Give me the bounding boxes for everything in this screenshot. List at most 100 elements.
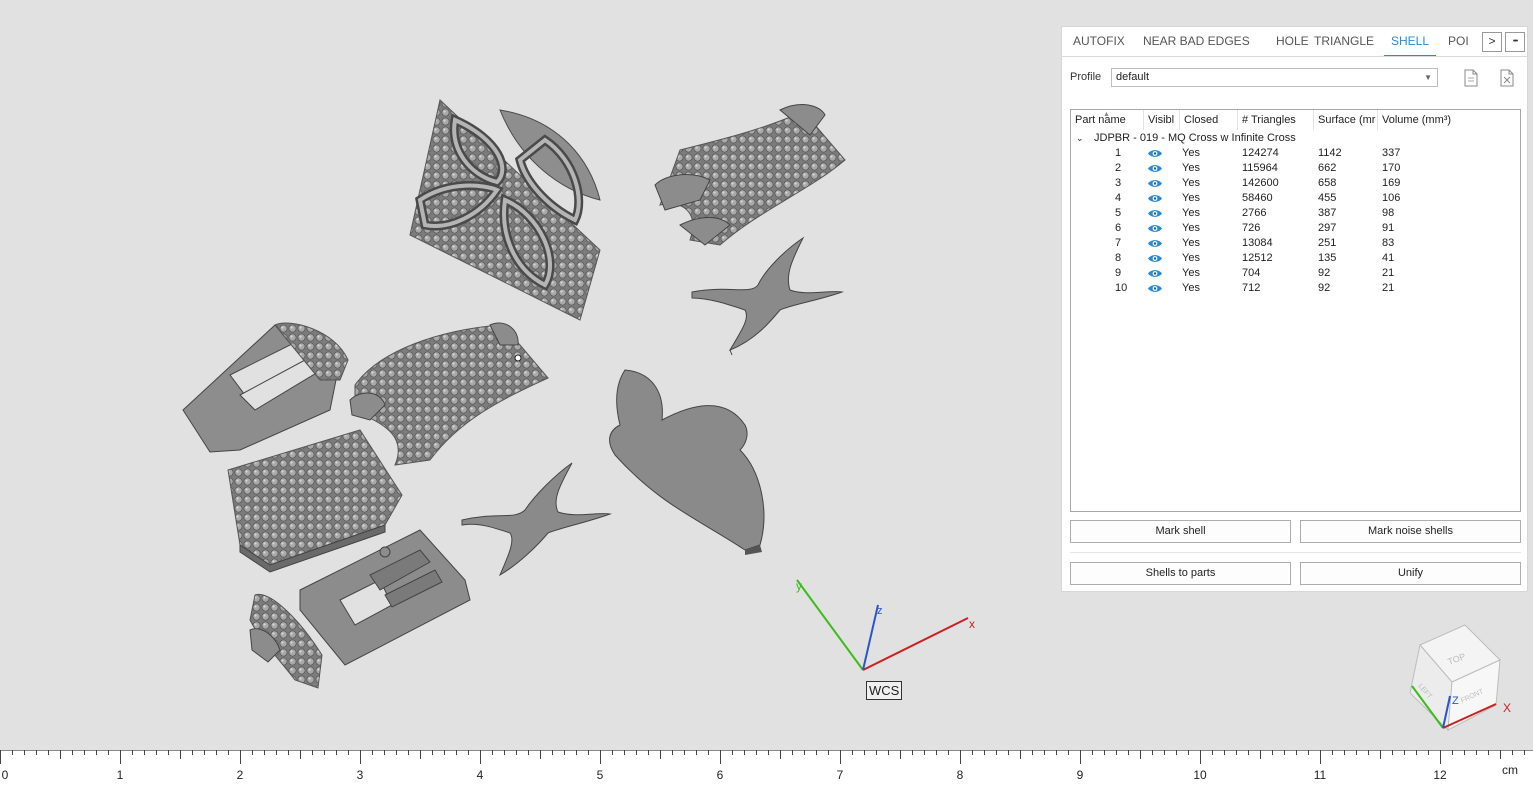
closed-cell: Yes [1182,267,1200,279]
tab-poi[interactable]: POI [1448,27,1469,56]
column-header-part-name[interactable]: ▲ Part name [1071,110,1144,130]
triangles-cell: 142600 [1242,177,1279,189]
ruler-label: 7 [836,768,844,782]
visibility-eye-icon[interactable] [1147,178,1163,189]
triangles-cell: 124274 [1242,147,1279,159]
surface-cell: 297 [1318,222,1337,234]
triangles-cell: 58460 [1242,192,1273,204]
visibility-eye-icon[interactable] [1147,163,1163,174]
closed-cell: Yes [1182,252,1200,264]
volume-cell: 83 [1382,237,1395,249]
part-name-cell: 2 [1115,162,1122,174]
shell-table: ▲ Part name Visibl Closed # Triangles Su… [1070,109,1521,512]
volume-cell: 170 [1382,162,1401,174]
visibility-eye-icon[interactable] [1147,208,1163,219]
cube-axis-x-label: X [1503,701,1511,715]
triangles-cell: 13084 [1242,237,1273,249]
profile-select[interactable]: default ▼ [1111,68,1438,87]
tab-scroll-right-button[interactable]: > [1482,32,1502,52]
closed-cell: Yes [1182,177,1200,189]
column-header-volume[interactable]: Volume (mm³) [1378,110,1520,130]
table-row[interactable]: 3 Yes 142600 658 169 [1071,176,1520,191]
triangles-cell: 115964 [1242,162,1278,174]
part-x-upper[interactable] [691,236,844,356]
table-row[interactable]: 10 Yes 712 92 21 [1071,281,1520,296]
visibility-eye-icon[interactable] [1147,148,1163,159]
table-row[interactable]: 4 Yes 58460 455 106 [1071,191,1520,206]
table-row[interactable]: 8 Yes 12512 135 41 [1071,251,1520,266]
part-hinge-left[interactable] [182,322,349,453]
part-quatrefoil[interactable] [409,99,601,321]
triangles-cell: 12512 [1242,252,1273,264]
tab-hole[interactable]: HOLE [1276,27,1309,56]
shells-to-parts-button[interactable]: Shells to parts [1070,562,1291,585]
part-name-cell: 8 [1115,252,1122,264]
profile-label: Profile [1070,71,1102,83]
chevron-down-icon: ▼ [1424,73,1432,82]
shell-panel: AUTOFIX NEAR BAD EDGES HOLE TRIANGLE SHE… [1061,26,1529,592]
triangles-cell: 704 [1242,267,1261,279]
group-row[interactable]: ⌄ JDPBR - 019 - MQ Cross w Infinite Cros… [1071,131,1520,146]
table-row[interactable]: 5 Yes 2766 387 98 [1071,206,1520,221]
part-name-cell: 1 [1115,147,1122,159]
surface-cell: 251 [1318,237,1337,249]
tab-near-bad-edges[interactable]: NEAR BAD EDGES [1143,27,1250,56]
part-x-lower[interactable] [461,462,612,577]
table-row[interactable]: 7 Yes 13084 251 83 [1071,236,1520,251]
ruler-label: 0 [1,768,9,782]
wcs-label: WCS [866,681,903,700]
triangles-cell: 726 [1242,222,1261,234]
ruler-label: 9 [1076,768,1084,782]
closed-cell: Yes [1182,222,1200,234]
visibility-eye-icon[interactable] [1147,253,1163,264]
part-clasp-upper[interactable] [654,104,846,246]
ruler-unit: cm [1502,763,1518,777]
part-name-cell: 4 [1115,192,1122,204]
ruler-ticks [0,750,1533,764]
axis-y-label: y [796,579,802,593]
table-row[interactable]: 6 Yes 726 297 91 [1071,221,1520,236]
volume-cell: 106 [1382,192,1401,204]
clear-document-icon[interactable] [1498,69,1516,87]
chevron-down-icon[interactable]: ⌄ [1076,131,1084,146]
ruler-label: 8 [956,768,964,782]
volume-cell: 169 [1382,177,1401,189]
more-options-button[interactable]: ••• [1505,32,1525,52]
mark-noise-shells-button[interactable]: Mark noise shells [1300,520,1521,543]
triangles-cell: 712 [1242,282,1261,294]
part-clasp-middle[interactable] [349,322,549,466]
column-header-visible[interactable]: Visibl [1144,110,1180,130]
table-row[interactable]: 2 Yes 115964 662 170 [1071,161,1520,176]
column-header-surface[interactable]: Surface (mr [1314,110,1378,130]
unify-button[interactable]: Unify [1300,562,1521,585]
tab-autofix[interactable]: AUTOFIX [1073,27,1125,56]
export-document-icon[interactable] [1462,69,1480,87]
visibility-eye-icon[interactable] [1147,283,1163,294]
visibility-eye-icon[interactable] [1147,268,1163,279]
surface-cell: 387 [1318,207,1337,219]
surface-cell: 1142 [1318,147,1342,159]
visibility-eye-icon[interactable] [1147,193,1163,204]
closed-cell: Yes [1182,237,1200,249]
table-row[interactable]: 1 Yes 124274 1142 337 [1071,146,1520,161]
visibility-eye-icon[interactable] [1147,238,1163,249]
volume-cell: 21 [1382,267,1395,279]
mark-shell-button[interactable]: Mark shell [1070,520,1291,543]
wcs-axes: x y z [796,579,975,671]
part-name-cell: 5 [1115,207,1122,219]
part-pave-plate[interactable] [227,429,403,573]
part-shield[interactable] [609,369,765,555]
column-header-closed[interactable]: Closed [1180,110,1238,130]
tab-shell[interactable]: SHELL [1383,27,1437,56]
volume-cell: 91 [1382,222,1395,234]
tab-triangle[interactable]: TRIANGLE [1314,27,1374,56]
ruler-label: 6 [716,768,724,782]
surface-cell: 455 [1318,192,1337,204]
visibility-eye-icon[interactable] [1147,223,1163,234]
ruler-label: 2 [236,768,244,782]
profile-value: default [1116,71,1150,83]
volume-cell: 337 [1382,147,1401,159]
view-cube[interactable]: TOP FRONT LEFT X Z [1409,624,1511,732]
column-header-triangles[interactable]: # Triangles [1238,110,1314,130]
table-row[interactable]: 9 Yes 704 92 21 [1071,266,1520,281]
